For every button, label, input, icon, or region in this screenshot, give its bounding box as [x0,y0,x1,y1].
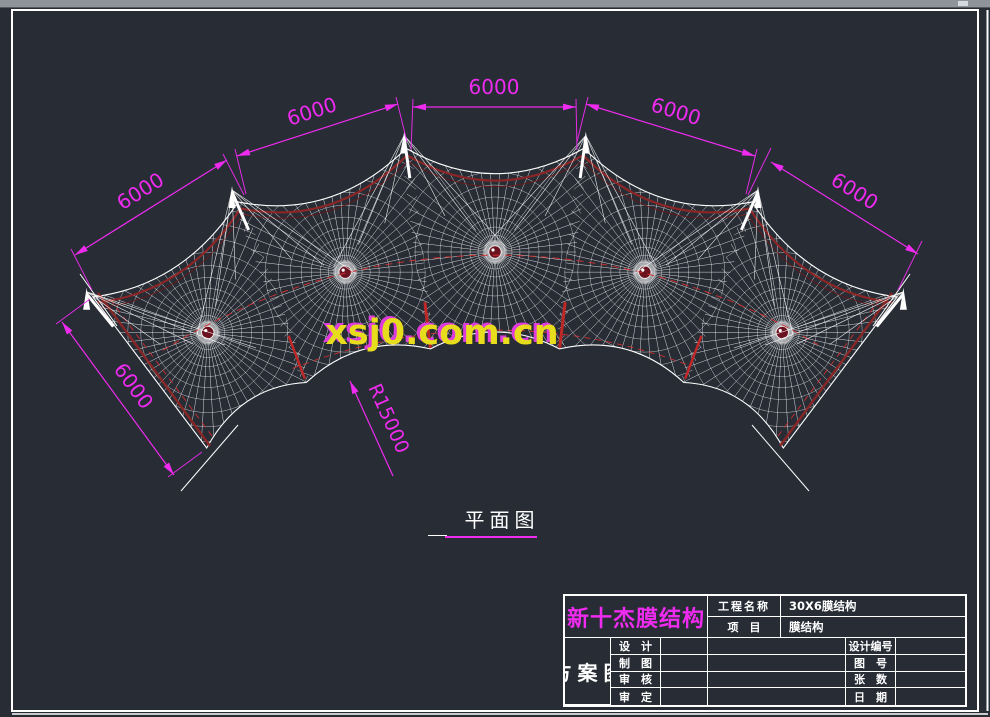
membrane-pole [685,336,701,379]
role-label-approve: 审 定 [611,688,661,705]
cone-hub [489,246,501,258]
field-label-sheet-count: 张 数 [846,672,896,689]
item-value: 膜结构 [781,617,965,638]
mesh-module [519,146,771,398]
field-label-design-no: 设计编号 [846,638,896,655]
plan-view-label: 平面图 [465,508,540,532]
role-label-design: 设 计 [611,638,661,655]
item-label: 项 目 [708,617,781,638]
field-value-cell [896,655,965,672]
membrane-outline [93,148,897,448]
cad-application-window: 6000 6000 6000 6000 6000 6000 R15000 xsj… [0,0,990,717]
watermark: xsj0.com.cn [325,313,558,353]
guy-cable [752,425,809,491]
role-label-check: 审 核 [611,672,661,689]
dimension-label: 6000 [469,75,520,99]
dimension-label: 6000 [112,167,168,214]
field-value-cell [896,688,965,705]
membrane-pole [289,336,305,379]
cone-hub [339,266,351,278]
dimension-label: 6000 [648,92,704,130]
project-name-label: 工程名称 [708,596,781,617]
field-value-cell [896,672,965,689]
dimension [411,99,577,150]
field-value-cell [896,638,965,655]
signature-cell [661,688,708,705]
company-name: 新十杰膜结构 [565,596,708,638]
drawing-type-label: 方案图 [565,638,611,705]
dimension-label: 6000 [284,92,340,131]
signature-cell [661,655,708,672]
title-block-top: 新十杰膜结构 工程名称 30X6膜结构 项 目 膜结构 [565,596,965,638]
signature-cell [661,672,708,689]
generated-geometry [56,97,922,491]
mesh-module [219,146,471,398]
role-label-draft: 制 图 [611,655,661,672]
membrane-band [82,126,908,458]
signature-cell [708,638,846,655]
field-label-drawing-no: 图 号 [846,655,896,672]
project-name-value: 30X6膜结构 [781,596,965,617]
radius-label: R15000 [363,380,413,456]
title-block-bottom: 设 计 方案图 设计编号 制 图 图 号 审 核 张 数 审 定 日 期 [565,638,965,705]
field-label-date: 日 期 [846,688,896,705]
title-block: 新十杰膜结构 工程名称 30X6膜结构 项 目 膜结构 设 计 方案图 设计编号… [563,594,967,707]
signature-cell [661,638,708,655]
edge-cable [97,155,893,302]
signature-cell [708,672,846,689]
dimension [748,148,922,290]
signature-cell [708,655,846,672]
signature-cell [708,688,846,705]
guy-cable [181,425,238,491]
dimension-label: 6000 [827,167,883,214]
